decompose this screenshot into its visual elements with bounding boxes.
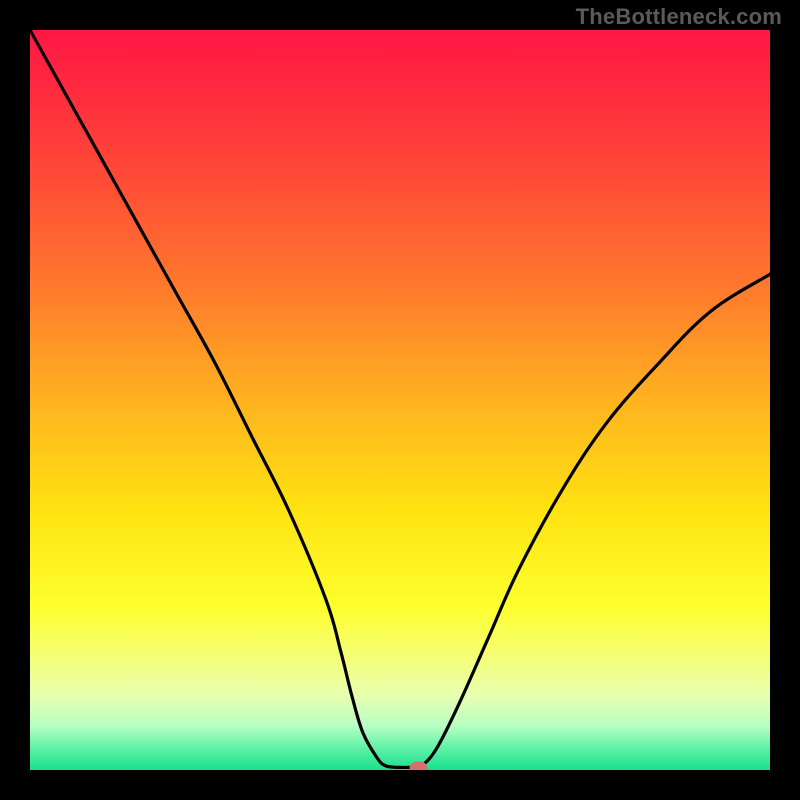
watermark-text: TheBottleneck.com xyxy=(576,4,782,30)
chart-frame: TheBottleneck.com xyxy=(0,0,800,800)
plot-background xyxy=(30,30,770,770)
plot-area xyxy=(30,30,770,770)
plot-svg xyxy=(30,30,770,770)
